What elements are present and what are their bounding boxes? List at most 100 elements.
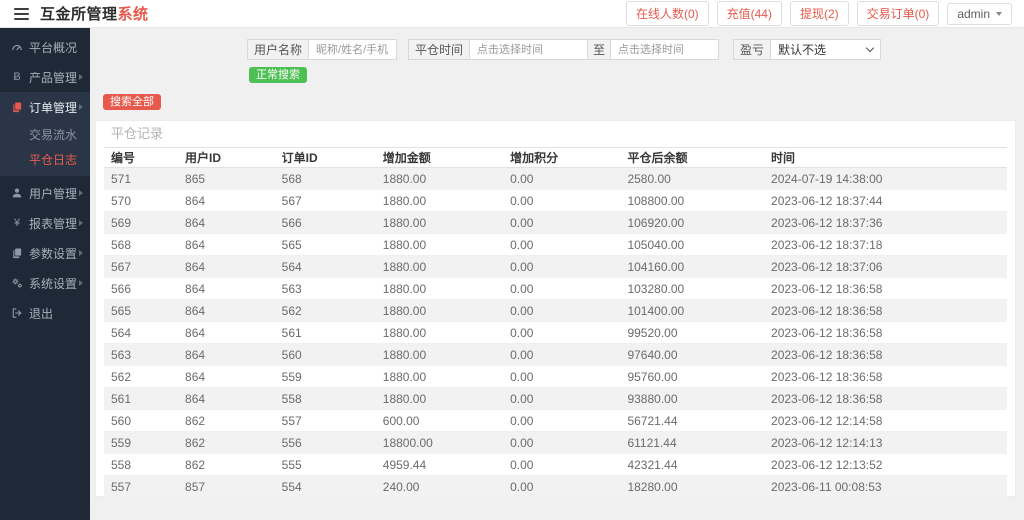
- table-cell: 862: [185, 435, 206, 450]
- table-cell: 0.00: [510, 479, 534, 494]
- table-cell: 555: [281, 457, 302, 472]
- table-cell: 2023-06-12 18:36:58: [771, 303, 883, 318]
- table-cell: 2023-06-12 18:37:06: [771, 259, 883, 274]
- column-header-id: 编号: [111, 151, 136, 165]
- profit-select[interactable]: 默认不选: [771, 39, 882, 60]
- sidebar-item-logout[interactable]: 退出: [0, 298, 90, 328]
- records-table: 编号 用户ID 订单ID 增加金额 增加积分 平仓后余额 时间 571 865 56…: [104, 147, 1007, 498]
- table-cell: 864: [185, 347, 206, 362]
- profit-filter-group: 盈亏 默认不选: [733, 39, 882, 60]
- table-cell: 558: [281, 391, 302, 406]
- yen-icon: ¥: [13, 216, 21, 229]
- online-users-badge[interactable]: 在线人数(0): [625, 1, 709, 26]
- app-title: 互金所管理系统: [40, 3, 149, 24]
- search-normal-button[interactable]: 正常搜索: [249, 67, 307, 83]
- table-cell: 562: [111, 369, 132, 384]
- column-header-order-id: 订单ID: [281, 151, 318, 165]
- table-cell: 103280.00: [627, 281, 685, 296]
- table-cell: 2023-06-12 12:13:52: [771, 457, 883, 472]
- table-cell: 42321.44: [627, 457, 678, 472]
- table-cell: 2023-06-12 18:36:58: [771, 325, 883, 340]
- table-cell: 1880.00: [382, 281, 427, 296]
- table-row: 564 864 561 1880.00 0.00 99520.00 2023-06-12 1…: [104, 322, 1007, 344]
- sidebar-subitem-close-position-log[interactable]: 平仓日志: [0, 147, 90, 172]
- table-cell: 2023-06-12 18:37:36: [771, 215, 883, 230]
- table-cell: 97640.00: [627, 347, 678, 362]
- chevron-right-icon: [79, 250, 83, 256]
- table-cell: 566: [111, 281, 132, 296]
- table-cell: 0.00: [510, 259, 534, 274]
- sidebar-item-parameter-settings[interactable]: 参数设置: [0, 238, 90, 268]
- search-all-button[interactable]: 搜索全部: [103, 94, 161, 110]
- table-cell: 99520.00: [627, 325, 678, 340]
- table-cell: 106920.00: [627, 215, 685, 230]
- table-cell: 556: [281, 435, 302, 450]
- sidebar-subitem-transaction-flow[interactable]: 交易流水: [0, 122, 90, 147]
- table-cell: 562: [281, 303, 302, 318]
- column-header-time: 时间: [771, 151, 796, 165]
- table-cell: 0.00: [510, 457, 534, 472]
- table-cell: 561: [281, 325, 302, 340]
- table-cell: 0.00: [510, 215, 534, 230]
- table-header-row: 编号 用户ID 订单ID 增加金额 增加积分 平仓后余额 时间: [104, 147, 1007, 168]
- table-cell: 559: [281, 369, 302, 384]
- table-body: 571 865 568 1880.00 0.00 2580.00 2024-07-19 14…: [104, 167, 1007, 498]
- table-cell: 567: [281, 193, 302, 208]
- table-cell: 2580.00: [627, 171, 671, 186]
- table-cell: 864: [185, 303, 206, 318]
- sidebar-item-user-management[interactable]: 用户管理: [0, 178, 90, 208]
- time-to-input[interactable]: [611, 39, 720, 60]
- recharge-badge[interactable]: 充值(44): [716, 1, 782, 26]
- table-cell: 1880.00: [382, 259, 427, 274]
- sidebar-item-label: 订单管理: [29, 100, 78, 115]
- table-cell: 570: [111, 193, 132, 208]
- table-cell: 864: [185, 369, 206, 384]
- table-cell: 864: [185, 215, 206, 230]
- logout-icon: [10, 307, 24, 319]
- table-cell: 2023-06-12 18:37:44: [771, 193, 883, 208]
- cogs-icon: [10, 277, 24, 289]
- sidebar-item-order-management[interactable]: 订单管理: [0, 92, 90, 122]
- sidebar-item-label: 用户管理: [29, 186, 78, 201]
- time-from-input[interactable]: [470, 39, 589, 60]
- top-bar: 互金所管理系统 在线人数(0) 充值(44) 提现(2) 交易订单(0) adm…: [0, 0, 1024, 28]
- table-cell: 2023-06-12 12:14:13: [771, 435, 883, 450]
- withdraw-badge[interactable]: 提现(2): [789, 1, 849, 26]
- table-row: 558 862 555 4959.44 0.00 42321.44 2023-06-12 1…: [104, 454, 1007, 476]
- table-cell: 1880.00: [382, 237, 427, 252]
- table-cell: 0.00: [510, 435, 534, 450]
- chevron-right-icon: [79, 190, 83, 196]
- sidebar-item-product-management[interactable]: Ƀ 产品管理: [0, 62, 90, 92]
- sidebar-subitem-label: 平仓日志: [29, 153, 78, 167]
- sidebar-item-report-management[interactable]: ¥ 报表管理: [0, 208, 90, 238]
- table-cell: 564: [281, 259, 302, 274]
- table-cell: 862: [185, 457, 206, 472]
- hamburger-menu-icon[interactable]: [14, 7, 29, 20]
- topbar-stats: 在线人数(0) 充值(44) 提现(2) 交易订单(0) admin: [625, 1, 1012, 26]
- to-label: 至: [588, 39, 612, 60]
- table-row: 567 864 564 1880.00 0.00 104160.00 2023-06-12 …: [104, 255, 1007, 278]
- table-cell: 101400.00: [627, 303, 685, 318]
- btc-icon: Ƀ: [13, 70, 21, 83]
- sidebar-item-label: 平台概况: [29, 40, 78, 55]
- table-cell: 93880.00: [627, 391, 678, 406]
- column-header-added-amount: 增加金额: [382, 151, 431, 165]
- table-row: 563 864 560 1880.00 0.00 97640.00 2023-06-12 1…: [104, 343, 1007, 366]
- files-icon: [10, 101, 24, 113]
- username-input[interactable]: [309, 39, 398, 60]
- table-cell: 554: [281, 479, 302, 494]
- sidebar-item-system-settings[interactable]: 系统设置: [0, 268, 90, 298]
- sidebar-item-platform-overview[interactable]: 平台概况: [0, 32, 90, 62]
- table-cell: 0.00: [510, 391, 534, 406]
- table-cell: 864: [185, 325, 206, 340]
- sidebar-item-label: 参数设置: [29, 246, 78, 261]
- table-cell: 0.00: [510, 171, 534, 186]
- table-row: 562 864 559 1880.00 0.00 95760.00 2023-06-12 1…: [104, 366, 1007, 388]
- table-cell: 0.00: [510, 237, 534, 252]
- trade-orders-badge[interactable]: 交易订单(0): [856, 1, 940, 26]
- close-time-filter-label: 平仓时间: [408, 39, 471, 60]
- admin-dropdown[interactable]: admin: [947, 2, 1012, 25]
- table-cell: 0.00: [510, 369, 534, 384]
- table-cell: 2023-06-11 00:08:53: [771, 479, 882, 494]
- main-content: 用户名称 平仓时间 至 盈亏 默认不选 正常搜索 搜索全部 平仓记录 编号 用户…: [90, 28, 1024, 520]
